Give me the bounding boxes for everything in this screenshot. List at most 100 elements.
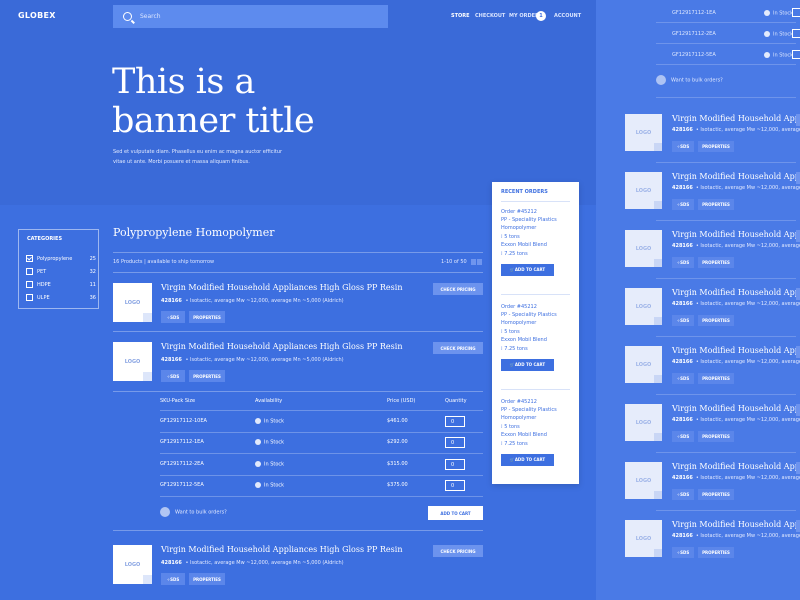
- category-count: 11: [89, 282, 96, 288]
- product-title[interactable]: Virgin Modified Household Appliances Hig…: [672, 404, 800, 413]
- properties-button[interactable]: PROPERTIES: [189, 573, 225, 585]
- checkbox[interactable]: [26, 281, 33, 288]
- check-pricing-button[interactable]: [796, 172, 800, 184]
- product-title[interactable]: Virgin Modified Household Appliances Hig…: [672, 172, 800, 181]
- product-card: LOGO Virgin Modified Household Appliance…: [113, 342, 493, 402]
- product-meta: 428166 • Isotactic, average Mw ~12,000, a…: [672, 359, 800, 365]
- check-pricing-button[interactable]: [796, 346, 800, 358]
- sds-button[interactable]: ✧ SDS: [672, 199, 694, 210]
- product-title[interactable]: Virgin Modified Household Appliances Hig…: [672, 462, 800, 471]
- check-pricing-button[interactable]: CHECK PRICING: [433, 283, 483, 295]
- properties-button[interactable]: PROPERTIES: [698, 547, 734, 558]
- divider: [656, 43, 796, 44]
- product-title[interactable]: Virgin Modified Household Appliances Hig…: [161, 283, 402, 292]
- quantity-input[interactable]: 0: [445, 416, 465, 427]
- product-description: Isotactic, average Mw ~12,000, average M…: [190, 357, 344, 363]
- sds-button[interactable]: ✧ SDS: [161, 573, 185, 585]
- banner-subtitle: Sed et vulputate diam. Phasellus eu enim…: [113, 147, 313, 167]
- product-title[interactable]: Virgin Modified Household Appliances Hig…: [672, 114, 800, 123]
- next-page-button[interactable]: [477, 259, 482, 265]
- sds-button[interactable]: ✧ SDS: [161, 311, 185, 323]
- check-icon: [255, 418, 261, 424]
- product-title[interactable]: Virgin Modified Household Appliances Hig…: [672, 346, 800, 355]
- add-to-cart-button[interactable]: ADD TO CART: [428, 506, 483, 520]
- divider: [656, 394, 796, 395]
- checkbox[interactable]: [26, 294, 33, 301]
- nav-account[interactable]: ACCOUNT: [554, 13, 581, 19]
- quantity-input[interactable]: 0: [445, 480, 465, 491]
- bulk-order-link[interactable]: Want to bulk orders?: [160, 507, 227, 517]
- sds-button[interactable]: ✧ SDS: [672, 489, 694, 500]
- divider: [501, 201, 570, 202]
- brand-logo[interactable]: GLOBEX: [18, 11, 56, 20]
- divider: [656, 278, 796, 279]
- product-title[interactable]: Virgin Modified Household Appliances Hig…: [672, 230, 800, 239]
- product-meta: 428166 • Isotactic, average Mw ~12,000, …: [161, 560, 344, 566]
- search-input[interactable]: Search: [113, 5, 388, 28]
- check-pricing-button[interactable]: [796, 230, 800, 242]
- sds-button[interactable]: ✧ SDS: [672, 315, 694, 326]
- add-to-cart-button[interactable]: 🛒 ADD TO CART: [501, 454, 554, 466]
- check-pricing-button[interactable]: [796, 520, 800, 532]
- product-logo: LOGO: [625, 462, 662, 499]
- check-pricing-button[interactable]: [796, 288, 800, 300]
- product-title[interactable]: Virgin Modified Household Appliances Hig…: [161, 545, 402, 554]
- category-label: HDPE: [37, 282, 51, 288]
- check-pricing-button[interactable]: [796, 462, 800, 474]
- product-meta: 428166 • Isotactic, average Mw ~12,000, a…: [672, 185, 800, 191]
- properties-button[interactable]: PROPERTIES: [698, 373, 734, 384]
- sku-cell: GF12917112-10EA: [160, 418, 207, 424]
- availability-cell: In Stock: [764, 52, 793, 59]
- product-title[interactable]: Virgin Modified Household Appliances Hig…: [161, 342, 402, 351]
- divider: [656, 22, 796, 23]
- check-pricing-button[interactable]: [796, 114, 800, 126]
- categories-filter: CATEGORIES Polypropylene 25 PET 32 HDPE …: [18, 229, 99, 309]
- properties-button[interactable]: PROPERTIES: [698, 315, 734, 326]
- sds-button[interactable]: ✧ SDS: [672, 373, 694, 384]
- check-pricing-button[interactable]: [796, 404, 800, 416]
- properties-button[interactable]: PROPERTIES: [698, 431, 734, 442]
- properties-button[interactable]: PROPERTIES: [189, 311, 225, 323]
- sds-button[interactable]: ✧ SDS: [672, 141, 694, 152]
- quantity-input[interactable]: 0: [445, 437, 465, 448]
- properties-button[interactable]: PROPERTIES: [698, 141, 734, 152]
- product-logo: LOGO: [625, 520, 662, 557]
- check-pricing-button[interactable]: CHECK PRICING: [433, 545, 483, 557]
- order-number[interactable]: Order #45212: [501, 208, 570, 216]
- nav-checkout[interactable]: CHECKOUT: [475, 13, 505, 19]
- quantity-input[interactable]: 0: [445, 459, 465, 470]
- col-header-price: Price (USD): [387, 398, 416, 404]
- product-title[interactable]: Virgin Modified Household Appliances Hig…: [672, 288, 800, 297]
- order-quantity: ⁞ 5 tons: [501, 234, 520, 240]
- product-meta: 428166 • Isotactic, average Mw ~12,000, a…: [672, 533, 800, 539]
- secondary-panel-content: GF12917112-1EA In Stock GF12917112-2EA I…: [596, 0, 800, 600]
- order-number[interactable]: Order #45212: [501, 398, 570, 406]
- divider: [501, 389, 570, 390]
- sds-button[interactable]: ✧ SDS: [672, 431, 694, 442]
- sds-button[interactable]: ✧ SDS: [161, 370, 185, 382]
- properties-button[interactable]: PROPERTIES: [189, 370, 225, 382]
- product-title[interactable]: Virgin Modified Household Appliances Hig…: [672, 520, 800, 529]
- properties-button[interactable]: PROPERTIES: [698, 257, 734, 268]
- nav-my-order[interactable]: MY ORDER: [509, 13, 539, 19]
- quantity-input[interactable]: [792, 29, 800, 38]
- properties-button[interactable]: PROPERTIES: [698, 199, 734, 210]
- checkbox-checked[interactable]: [26, 255, 33, 262]
- quantity-input[interactable]: [792, 50, 800, 59]
- product-count: 16 Products | available to ship tomorrow: [113, 259, 215, 265]
- add-to-cart-button[interactable]: 🛒 ADD TO CART: [501, 264, 554, 276]
- prev-page-button[interactable]: [471, 259, 476, 265]
- order-number[interactable]: Order #45212: [501, 303, 570, 311]
- divider: [113, 252, 483, 253]
- properties-button[interactable]: PROPERTIES: [698, 489, 734, 500]
- sds-button[interactable]: ✧ SDS: [672, 547, 694, 558]
- bulk-order-link[interactable]: Want to bulk orders?: [656, 75, 723, 85]
- divider: [656, 336, 796, 337]
- add-to-cart-button[interactable]: 🛒 ADD TO CART: [501, 359, 554, 371]
- product-card: LOGO Virgin Modified Household Appliance…: [596, 462, 800, 520]
- sds-button[interactable]: ✧ SDS: [672, 257, 694, 268]
- nav-store[interactable]: STORE: [451, 13, 470, 19]
- checkbox[interactable]: [26, 268, 33, 275]
- quantity-input[interactable]: [792, 8, 800, 17]
- check-pricing-button[interactable]: CHECK PRICING: [433, 342, 483, 354]
